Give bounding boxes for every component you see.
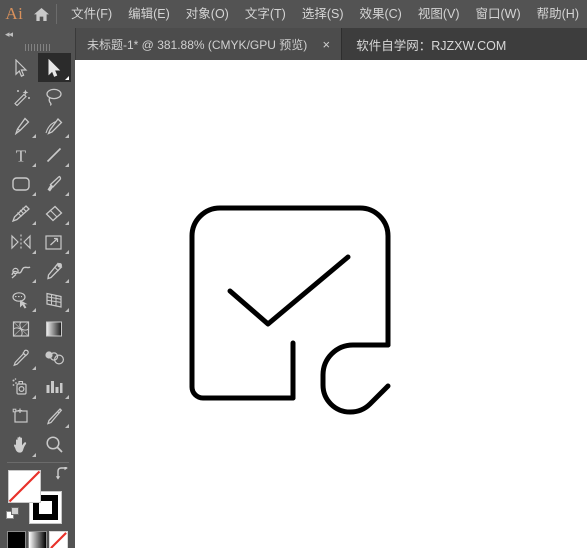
- menu-window[interactable]: 窗口(W): [468, 0, 529, 28]
- gradient-button[interactable]: [28, 531, 47, 548]
- paintbrush-tool[interactable]: [38, 169, 71, 198]
- none-button[interactable]: [49, 531, 68, 548]
- home-icon[interactable]: [29, 0, 55, 28]
- pen-tool[interactable]: [5, 111, 38, 140]
- ai-logo: Ai: [5, 4, 24, 23]
- menu-effect[interactable]: 效果(C): [351, 0, 409, 28]
- gradient-tool[interactable]: [38, 314, 71, 343]
- menu-items: 文件(F) 编辑(E) 对象(O) 文字(T) 选择(S) 效果(C) 视图(V…: [63, 0, 587, 28]
- grip-dots-icon: [24, 43, 51, 51]
- menu-view[interactable]: 视图(V): [410, 0, 468, 28]
- tool-flyout-indicator: [64, 76, 69, 80]
- menu-object[interactable]: 对象(O): [178, 0, 237, 28]
- tool-flyout-indicator: [31, 134, 36, 138]
- svg-text:T: T: [16, 146, 27, 164]
- default-fill-stroke-icon[interactable]: [5, 507, 20, 526]
- perspective-grid-tool[interactable]: [38, 285, 71, 314]
- tool-flyout-indicator: [31, 221, 36, 225]
- magic-wand-tool[interactable]: [5, 82, 38, 111]
- tools-divider: [6, 462, 69, 463]
- rotate-reflect-tool[interactable]: [5, 227, 38, 256]
- shaper-tool[interactable]: [5, 198, 38, 227]
- rectangle-tool[interactable]: [5, 169, 38, 198]
- tool-flyout-indicator: [64, 250, 69, 254]
- document-tab[interactable]: 未标题-1* @ 381.88% (CMYK/GPU 预览) ×: [75, 28, 343, 60]
- fill-swatch[interactable]: [7, 470, 41, 503]
- tool-flyout-indicator: [64, 424, 69, 428]
- type-tool[interactable]: T: [5, 140, 38, 169]
- none-slash-icon: [8, 470, 40, 503]
- eyedropper-tool[interactable]: [5, 343, 38, 372]
- column-graph-tool[interactable]: [38, 372, 71, 401]
- line-segment-tool[interactable]: [38, 140, 71, 169]
- tool-flyout-indicator: [64, 134, 69, 138]
- tool-flyout-indicator: [31, 453, 36, 457]
- menu-edit[interactable]: 编辑(E): [120, 0, 178, 28]
- lasso-tool[interactable]: [38, 82, 71, 111]
- tool-flyout-indicator: [31, 192, 36, 196]
- blend-tool[interactable]: [38, 343, 71, 372]
- tool-flyout-indicator: [64, 221, 69, 225]
- rounded-square-check-icon-artwork[interactable]: [75, 60, 587, 548]
- menubar-divider: [56, 4, 58, 24]
- tool-flyout-indicator: [64, 163, 69, 167]
- tools-panel: ◂◂ T: [0, 28, 76, 548]
- scale-tool[interactable]: [38, 227, 71, 256]
- watermark-label: 软件自学网：RJZXW.COM: [356, 38, 507, 53]
- fill-stroke-controls: [5, 465, 71, 529]
- width-warp-tool[interactable]: [5, 256, 38, 285]
- tool-flyout-indicator: [31, 366, 36, 370]
- symbol-sprayer-tool[interactable]: [5, 372, 38, 401]
- direct-selection-tool[interactable]: [37, 53, 71, 82]
- hand-tool[interactable]: [5, 430, 38, 459]
- color-mode-buttons: [5, 531, 71, 548]
- shape-builder-tool[interactable]: [5, 285, 38, 314]
- illustrator-window: Ai 文件(F) 编辑(E) 对象(O) 文字(T) 选择(S) 效果(C) 视…: [0, 0, 587, 548]
- close-icon[interactable]: ×: [319, 38, 333, 51]
- menu-type[interactable]: 文字(T): [237, 0, 294, 28]
- tool-grid: T: [5, 53, 71, 459]
- menu-bar: Ai 文件(F) 编辑(E) 对象(O) 文字(T) 选择(S) 效果(C) 视…: [0, 0, 587, 28]
- document-tab-title: 未标题-1* @ 381.88% (CMYK/GPU 预览): [87, 37, 308, 52]
- tool-flyout-indicator: [31, 308, 36, 312]
- tool-flyout-indicator: [31, 279, 36, 283]
- tool-flyout-indicator: [31, 163, 36, 167]
- tools-panel-drag-handle[interactable]: [0, 41, 75, 53]
- selection-tool[interactable]: [5, 53, 38, 82]
- swap-fill-stroke-icon[interactable]: [55, 465, 70, 485]
- zoom-tool[interactable]: [38, 430, 71, 459]
- collapse-panel-icon[interactable]: ◂◂: [5, 30, 13, 39]
- tool-flyout-indicator: [64, 308, 69, 312]
- tool-flyout-indicator: [64, 279, 69, 283]
- slice-tool[interactable]: [38, 401, 71, 430]
- mesh-tool[interactable]: [5, 314, 38, 343]
- tool-flyout-indicator: [31, 250, 36, 254]
- tool-flyout-indicator: [31, 395, 36, 399]
- menu-file[interactable]: 文件(F): [63, 0, 120, 28]
- color-button[interactable]: [7, 531, 26, 548]
- curvature-tool[interactable]: [38, 111, 71, 140]
- none-slash-icon: [50, 532, 67, 548]
- free-transform-tool[interactable]: [38, 256, 71, 285]
- menu-help[interactable]: 帮助(H): [529, 0, 587, 28]
- tool-flyout-indicator: [64, 395, 69, 399]
- tools-panel-header: ◂◂: [0, 28, 75, 41]
- tool-flyout-indicator: [64, 192, 69, 196]
- document-canvas[interactable]: [75, 60, 587, 548]
- watermark-label-container: 软件自学网：RJZXW.COM: [342, 28, 506, 60]
- menu-select[interactable]: 选择(S): [294, 0, 352, 28]
- eraser-tool[interactable]: [38, 198, 71, 227]
- artboard-tool[interactable]: [5, 401, 38, 430]
- document-tab-bar: 未标题-1* @ 381.88% (CMYK/GPU 预览) × 软件自学网：R…: [75, 28, 587, 60]
